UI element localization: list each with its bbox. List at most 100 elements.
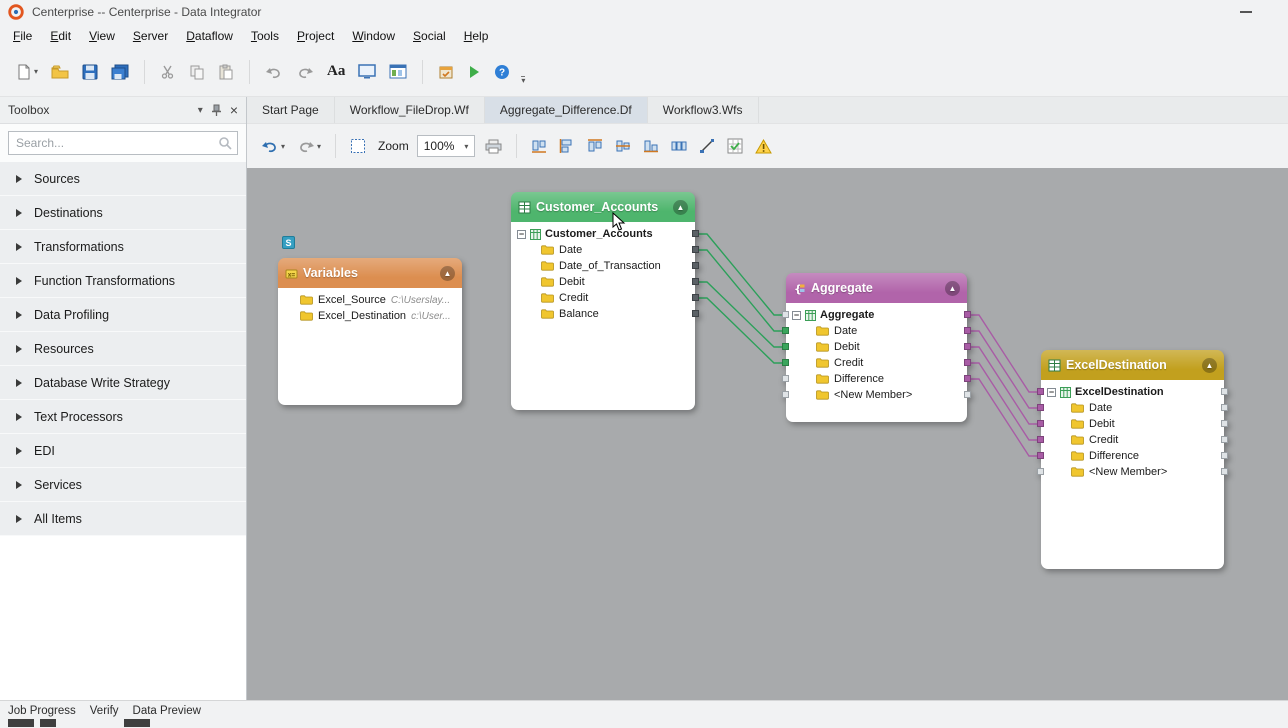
- field-row-credit[interactable]: Credit: [1041, 432, 1224, 448]
- menu-dataflow[interactable]: Dataflow: [177, 26, 242, 46]
- port[interactable]: [692, 262, 699, 269]
- port[interactable]: [964, 327, 971, 334]
- toolbox-item-data-profiling[interactable]: Data Profiling: [0, 298, 246, 332]
- minimize-button[interactable]: [1240, 11, 1252, 13]
- field-row-debit[interactable]: Debit: [1041, 416, 1224, 432]
- port[interactable]: [1221, 388, 1228, 395]
- menu-tools[interactable]: Tools: [242, 26, 288, 46]
- tab-aggregate-difference-df[interactable]: Aggregate_Difference.Df: [485, 97, 648, 123]
- tab-workflow-filedrop-wf[interactable]: Workflow_FileDrop.Wf: [335, 97, 485, 123]
- port[interactable]: [964, 311, 971, 318]
- dataflow-view-button[interactable]: [387, 61, 409, 82]
- port[interactable]: [1221, 436, 1228, 443]
- field-row-new-member[interactable]: <New Member>: [786, 387, 967, 403]
- field-row-credit[interactable]: Credit: [511, 290, 695, 306]
- tab-start-page[interactable]: Start Page: [247, 97, 335, 123]
- port[interactable]: [692, 310, 699, 317]
- toolbox-item-database-write-strategy[interactable]: Database Write Strategy: [0, 366, 246, 400]
- toolbox-item-transformations[interactable]: Transformations: [0, 230, 246, 264]
- node-aggregate[interactable]: {Aggregate▲−AggregateDateDebitCreditDiff…: [786, 273, 967, 422]
- auto-layout-horizontal-icon[interactable]: [529, 135, 549, 157]
- align-middle-icon[interactable]: [613, 135, 633, 157]
- menu-window[interactable]: Window: [343, 26, 404, 46]
- collapse-button[interactable]: ▲: [673, 200, 688, 215]
- toolbox-item-edi[interactable]: EDI: [0, 434, 246, 468]
- distribute-icon[interactable]: [669, 135, 689, 157]
- tree-root-row[interactable]: −Customer_Accounts: [511, 226, 695, 242]
- toolbox-item-destinations[interactable]: Destinations: [0, 196, 246, 230]
- statusbar-tab-data-preview[interactable]: Data Preview: [133, 705, 201, 717]
- port[interactable]: [1037, 404, 1044, 411]
- help-button[interactable]: ?: [492, 61, 512, 83]
- dataflow-canvas[interactable]: S x=Variables▲Excel_SourceC:\Userslay...…: [247, 168, 1288, 700]
- toolbox-item-services[interactable]: Services: [0, 468, 246, 502]
- port[interactable]: [782, 327, 789, 334]
- collapse-button[interactable]: ▲: [1202, 358, 1217, 373]
- toolbar-overflow-button[interactable]: ▾: [521, 76, 525, 84]
- cut-button[interactable]: [158, 61, 178, 83]
- port[interactable]: [964, 375, 971, 382]
- tree-collapse-icon[interactable]: −: [1047, 388, 1056, 397]
- port[interactable]: [1221, 468, 1228, 475]
- canvas-undo-button[interactable]: ▾: [259, 136, 287, 156]
- toolbox-item-function-transformations[interactable]: Function Transformations: [0, 264, 246, 298]
- paste-button[interactable]: [216, 61, 236, 83]
- field-row-credit[interactable]: Credit: [786, 355, 967, 371]
- print-button[interactable]: [483, 136, 504, 157]
- straight-link-icon[interactable]: [697, 135, 717, 157]
- menu-file[interactable]: File: [4, 26, 41, 46]
- open-button[interactable]: [49, 61, 71, 83]
- save-button[interactable]: [80, 61, 100, 83]
- menu-help[interactable]: Help: [455, 26, 498, 46]
- pin-icon[interactable]: [211, 104, 222, 117]
- select-mode-button[interactable]: [348, 135, 368, 157]
- port[interactable]: [692, 294, 699, 301]
- font-tool-button[interactable]: Aa: [325, 60, 347, 83]
- preview-window-button[interactable]: [356, 61, 378, 82]
- node-header[interactable]: ExcelDestination▲: [1041, 350, 1224, 380]
- port[interactable]: [692, 246, 699, 253]
- statusbar-tab-verify[interactable]: Verify: [90, 705, 119, 717]
- field-row-difference[interactable]: Difference: [786, 371, 967, 387]
- port[interactable]: [692, 278, 699, 285]
- node-customer-accounts[interactable]: Customer_Accounts▲ −Customer_Accounts Date…: [511, 192, 695, 410]
- node-excel-destination[interactable]: ExcelDestination▲−ExcelDestinationDateDe…: [1041, 350, 1224, 569]
- tree-collapse-icon[interactable]: −: [517, 230, 526, 239]
- toolbox-item-resources[interactable]: Resources: [0, 332, 246, 366]
- field-row-date[interactable]: Date: [1041, 400, 1224, 416]
- port[interactable]: [782, 343, 789, 350]
- toolbox-menu-icon[interactable]: ▾: [198, 105, 203, 116]
- node-header[interactable]: Customer_Accounts▲: [511, 192, 695, 222]
- warnings-button[interactable]: [753, 136, 774, 157]
- port[interactable]: [964, 359, 971, 366]
- field-row-balance[interactable]: Balance: [511, 306, 695, 322]
- menu-project[interactable]: Project: [288, 26, 343, 46]
- port[interactable]: [782, 359, 789, 366]
- field-row-new-member[interactable]: <New Member>: [1041, 464, 1224, 480]
- zoom-select[interactable]: 100% ▾: [417, 135, 476, 157]
- schedule-job-button[interactable]: [436, 61, 456, 83]
- field-row-debit[interactable]: Debit: [511, 274, 695, 290]
- port[interactable]: [1221, 452, 1228, 459]
- align-bottom-icon[interactable]: [641, 135, 661, 157]
- toolbox-item-all-items[interactable]: All Items: [0, 502, 246, 536]
- variable-row-excel-destination[interactable]: Excel_Destinationc:\User...: [278, 308, 462, 324]
- field-row-debit[interactable]: Debit: [786, 339, 967, 355]
- search-input[interactable]: [8, 131, 238, 155]
- port[interactable]: [1037, 468, 1044, 475]
- port[interactable]: [1037, 388, 1044, 395]
- node-header[interactable]: x=Variables▲: [278, 258, 462, 288]
- port[interactable]: [782, 375, 789, 382]
- menu-view[interactable]: View: [80, 26, 124, 46]
- undo-dropdown-icon[interactable]: ▾: [281, 142, 285, 151]
- run-dataflow-button[interactable]: [465, 62, 483, 82]
- statusbar-tab-job-progress[interactable]: Job Progress: [8, 705, 76, 717]
- collapse-button[interactable]: ▲: [440, 266, 455, 281]
- node-variables[interactable]: x=Variables▲Excel_SourceC:\Userslay...Ex…: [278, 258, 462, 405]
- port[interactable]: [782, 391, 789, 398]
- port[interactable]: [1221, 404, 1228, 411]
- field-row-date-of-transaction[interactable]: Date_of_Transaction: [511, 258, 695, 274]
- toolbox-item-text-processors[interactable]: Text Processors: [0, 400, 246, 434]
- node-header[interactable]: {Aggregate▲: [786, 273, 967, 303]
- copy-button[interactable]: [187, 61, 207, 83]
